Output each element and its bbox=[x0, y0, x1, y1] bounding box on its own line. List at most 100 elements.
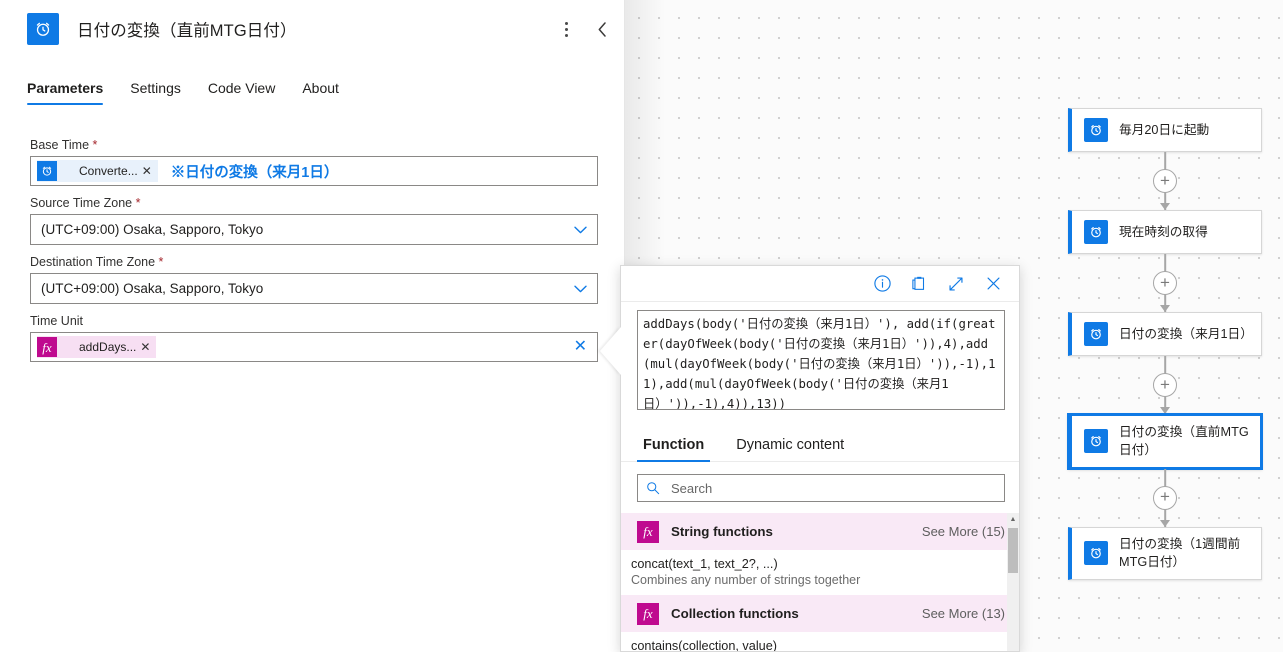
time-unit-token[interactable]: fx addDays... ✕ bbox=[37, 336, 157, 358]
arrow-icon bbox=[1160, 305, 1170, 312]
function-group-collection[interactable]: fx Collection functions See More (13) bbox=[621, 595, 1019, 632]
panel-header-actions bbox=[551, 0, 617, 58]
flow-node-convert-one-week-before-mtg-date[interactable]: 日付の変換（1週間前MTG日付） bbox=[1068, 526, 1262, 580]
function-signature: concat(text_1, text_2?, ...) bbox=[631, 557, 778, 571]
flow-node-convert-previous-mtg-date[interactable]: 日付の変換（直前MTG日付） bbox=[1068, 414, 1262, 469]
fx-icon: fx bbox=[637, 520, 659, 543]
alarm-clock-icon bbox=[27, 13, 59, 45]
collapse-panel-button[interactable] bbox=[587, 14, 617, 44]
chevron-down-icon bbox=[574, 226, 587, 233]
field-source-time-zone: Source Time Zone * (UTC+09:00) Osaka, Sa… bbox=[30, 196, 598, 245]
tab-code-view[interactable]: Code View bbox=[208, 80, 275, 105]
base-time-token-label: Converte... bbox=[79, 164, 138, 178]
flow-connector: + bbox=[1068, 254, 1262, 312]
flow-connector: + bbox=[1068, 468, 1262, 527]
destination-time-zone-label: Destination Time Zone * bbox=[30, 255, 164, 269]
function-list-scrollbar[interactable]: ▲ bbox=[1007, 513, 1019, 651]
expression-tabs: Function Dynamic content bbox=[621, 423, 1019, 462]
expression-toolbar bbox=[621, 266, 1019, 302]
kebab-icon bbox=[564, 21, 568, 37]
tab-settings[interactable]: Settings bbox=[130, 80, 181, 105]
field-time-unit: Time Unit fx addDays... ✕ ✕ bbox=[30, 314, 598, 362]
flow-node-get-current-time[interactable]: 現在時刻の取得 bbox=[1068, 210, 1262, 254]
tab-function[interactable]: Function bbox=[637, 436, 711, 462]
alarm-clock-icon bbox=[1084, 220, 1108, 244]
function-item-concat[interactable]: concat(text_1, text_2?, ...) Combines an… bbox=[621, 550, 1019, 595]
more-options-button[interactable] bbox=[551, 14, 581, 44]
source-time-zone-select[interactable]: (UTC+09:00) Osaka, Sapporo, Tokyo bbox=[30, 214, 598, 245]
destination-time-zone-value: (UTC+09:00) Osaka, Sapporo, Tokyo bbox=[41, 281, 264, 296]
panel-header: 日付の変換（直前MTG日付） bbox=[0, 0, 625, 58]
info-icon[interactable] bbox=[872, 274, 892, 294]
alarm-clock-icon bbox=[1084, 118, 1108, 142]
close-icon[interactable] bbox=[983, 274, 1003, 294]
flow-connector: + bbox=[1068, 356, 1262, 414]
search-box[interactable] bbox=[637, 474, 1005, 502]
popup-pointer bbox=[600, 327, 621, 375]
fx-icon: fx bbox=[637, 602, 659, 625]
flow-node-trigger[interactable]: 毎月20日に起動 bbox=[1068, 108, 1262, 152]
required-marker: * bbox=[92, 138, 98, 152]
parameters-form: Base Time * Converte... ✕ ※日付の変換（来月1日） S… bbox=[30, 138, 598, 372]
add-step-button[interactable]: + bbox=[1153, 373, 1177, 397]
fx-icon: fx bbox=[37, 337, 57, 357]
tab-parameters[interactable]: Parameters bbox=[27, 80, 104, 105]
arrow-icon bbox=[1160, 407, 1170, 414]
chevron-left-icon bbox=[598, 21, 606, 37]
function-group-string[interactable]: fx String functions See More (15) bbox=[621, 513, 1019, 550]
remove-token-icon[interactable]: ✕ bbox=[142, 164, 158, 178]
panel-tabs: Parameters Settings Code View About bbox=[27, 80, 339, 105]
arrow-icon bbox=[1160, 519, 1170, 527]
search-wrap bbox=[621, 462, 1019, 513]
action-details-panel: 日付の変換（直前MTG日付） Parameters Settings Code … bbox=[0, 0, 625, 652]
time-unit-label: Time Unit bbox=[30, 314, 84, 328]
add-step-button[interactable]: + bbox=[1153, 169, 1177, 193]
tab-about[interactable]: About bbox=[302, 80, 339, 105]
scrollbar-thumb[interactable] bbox=[1008, 528, 1018, 573]
base-time-token[interactable]: Converte... ✕ bbox=[37, 160, 158, 182]
required-marker: * bbox=[158, 255, 164, 269]
base-time-input[interactable]: Converte... ✕ ※日付の変換（来月1日） bbox=[30, 156, 598, 186]
tab-dynamic-content[interactable]: Dynamic content bbox=[730, 436, 850, 461]
expand-icon[interactable] bbox=[946, 274, 966, 294]
search-icon bbox=[647, 482, 660, 495]
alarm-clock-icon bbox=[37, 161, 57, 181]
alarm-clock-icon bbox=[1084, 541, 1108, 566]
flow-node-list: 毎月20日に起動 + 現在時刻の取得 + 日付の変換（来月1日） + 日付の変換… bbox=[1068, 108, 1283, 580]
field-destination-time-zone: Destination Time Zone * (UTC+09:00) Osak… bbox=[30, 255, 598, 304]
expression-editor-popup: Function Dynamic content fx String funct… bbox=[620, 265, 1020, 652]
scroll-up-icon[interactable]: ▲ bbox=[1007, 513, 1019, 526]
remove-token-icon[interactable]: ✕ bbox=[140, 340, 156, 354]
clear-time-unit-button[interactable]: ✕ bbox=[574, 339, 587, 355]
alarm-clock-icon bbox=[1084, 429, 1108, 454]
source-time-zone-value: (UTC+09:00) Osaka, Sapporo, Tokyo bbox=[41, 222, 264, 237]
see-more-link[interactable]: See More (15) bbox=[922, 524, 1005, 539]
source-time-zone-label: Source Time Zone * bbox=[30, 196, 141, 210]
destination-time-zone-select[interactable]: (UTC+09:00) Osaka, Sapporo, Tokyo bbox=[30, 273, 598, 304]
page-title: 日付の変換（直前MTG日付） bbox=[77, 22, 297, 40]
arrow-icon bbox=[1160, 203, 1170, 210]
flow-node-label: 日付の変換（直前MTG日付） bbox=[1119, 425, 1249, 458]
time-unit-input[interactable]: fx addDays... ✕ ✕ bbox=[30, 332, 598, 362]
function-signature: contains(collection, value) bbox=[631, 639, 777, 652]
expression-input[interactable] bbox=[637, 310, 1005, 410]
time-unit-token-label: addDays... bbox=[79, 340, 137, 354]
function-description: Combines any number of strings together bbox=[631, 573, 861, 587]
search-input[interactable] bbox=[669, 479, 979, 497]
function-item-contains[interactable]: contains(collection, value) bbox=[621, 632, 1019, 652]
base-time-label: Base Time * bbox=[30, 138, 98, 152]
see-more-link[interactable]: See More (13) bbox=[922, 606, 1005, 621]
flow-node-label: 毎月20日に起動 bbox=[1119, 122, 1210, 137]
base-time-note: ※日付の変換（来月1日） bbox=[170, 164, 339, 181]
function-list[interactable]: fx String functions See More (15) concat… bbox=[621, 513, 1019, 652]
add-step-button[interactable]: + bbox=[1153, 485, 1177, 510]
add-step-button[interactable]: + bbox=[1153, 271, 1177, 295]
flow-node-label: 日付の変換（1週間前MTG日付） bbox=[1119, 536, 1241, 570]
flow-node-label: 日付の変換（来月1日） bbox=[1119, 326, 1253, 341]
clipboard-icon[interactable] bbox=[909, 274, 929, 294]
function-group-name: String functions bbox=[671, 524, 773, 539]
function-group-name: Collection functions bbox=[671, 606, 799, 621]
flow-node-convert-next-month-first[interactable]: 日付の変換（来月1日） bbox=[1068, 312, 1262, 356]
flow-designer: 日付の変換（直前MTG日付） Parameters Settings Code … bbox=[0, 0, 1283, 652]
chevron-down-icon bbox=[574, 285, 587, 292]
